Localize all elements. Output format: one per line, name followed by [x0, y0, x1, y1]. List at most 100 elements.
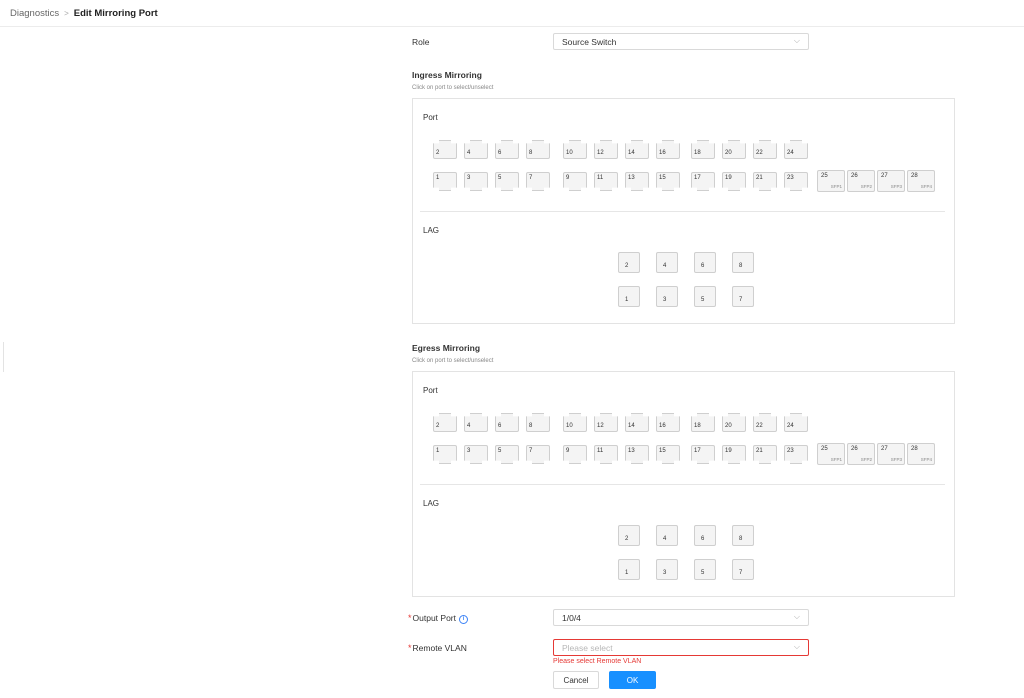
ingress-port-13[interactable]: 13 — [625, 172, 649, 191]
chevron-down-icon: ⌵ — [793, 642, 800, 651]
port-number: 25 — [821, 446, 828, 452]
ingress-port-5[interactable]: 5 — [495, 172, 519, 191]
egress-port-23[interactable]: 23 — [784, 445, 808, 464]
ingress-port-15[interactable]: 15 — [656, 172, 680, 191]
egress-port-21[interactable]: 21 — [753, 445, 777, 464]
egress-port-12[interactable]: 12 — [594, 413, 618, 432]
egress-lag-3[interactable]: 3 — [656, 559, 678, 580]
ingress-sfp-port-28[interactable]: 28 SFP4 — [907, 170, 935, 192]
sidebar-handle[interactable] — [0, 342, 4, 372]
ingress-port-21[interactable]: 21 — [753, 172, 777, 191]
ingress-lag-1[interactable]: 1 — [618, 286, 640, 307]
egress-port-4[interactable]: 4 — [464, 413, 488, 432]
ingress-port-8[interactable]: 8 — [526, 140, 550, 159]
egress-port-11[interactable]: 11 — [594, 445, 618, 464]
egress-sfp-port-25[interactable]: 25 SFP1 — [817, 443, 845, 465]
egress-port-22[interactable]: 22 — [753, 413, 777, 432]
ingress-port-23[interactable]: 23 — [784, 172, 808, 191]
output-port-select[interactable]: 1/0/4 ⌵ — [553, 609, 809, 626]
egress-port-20[interactable]: 20 — [722, 413, 746, 432]
ingress-lag-8[interactable]: 8 — [732, 252, 754, 273]
egress-port-1[interactable]: 1 — [433, 445, 457, 464]
ingress-sfp-port-27[interactable]: 27 SFP3 — [877, 170, 905, 192]
breadcrumb: Diagnostics > Edit Mirroring Port — [10, 8, 158, 19]
port-number: 4 — [467, 150, 471, 156]
egress-port-5[interactable]: 5 — [495, 445, 519, 464]
port-number: 4 — [467, 423, 471, 429]
output-port-label: *Output Port i — [408, 613, 468, 624]
cancel-button[interactable]: Cancel — [553, 671, 599, 689]
egress-sfp-port-28[interactable]: 28 SFP4 — [907, 443, 935, 465]
breadcrumb-diagnostics[interactable]: Diagnostics — [10, 8, 59, 19]
port-number: 13 — [628, 448, 635, 454]
egress-port-8[interactable]: 8 — [526, 413, 550, 432]
egress-port-17[interactable]: 17 — [691, 445, 715, 464]
ingress-lag-6[interactable]: 6 — [694, 252, 716, 273]
egress-lag-4[interactable]: 4 — [656, 525, 678, 546]
ingress-sfp-port-26[interactable]: 26 SFP2 — [847, 170, 875, 192]
egress-port-9[interactable]: 9 — [563, 445, 587, 464]
port-number: 21 — [756, 448, 763, 454]
egress-lag-2[interactable]: 2 — [618, 525, 640, 546]
egress-port-6[interactable]: 6 — [495, 413, 519, 432]
egress-port-18[interactable]: 18 — [691, 413, 715, 432]
egress-lag-5[interactable]: 5 — [694, 559, 716, 580]
ingress-port-1[interactable]: 1 — [433, 172, 457, 191]
ingress-port-3[interactable]: 3 — [464, 172, 488, 191]
egress-port-16[interactable]: 16 — [656, 413, 680, 432]
egress-port-14[interactable]: 14 — [625, 413, 649, 432]
ingress-port-9[interactable]: 9 — [563, 172, 587, 191]
ingress-lag-4[interactable]: 4 — [656, 252, 678, 273]
info-icon[interactable]: i — [458, 615, 468, 624]
port-number: 15 — [659, 175, 666, 181]
egress-lag-6[interactable]: 6 — [694, 525, 716, 546]
egress-port-2[interactable]: 2 — [433, 413, 457, 432]
lag-number: 8 — [739, 263, 743, 269]
ingress-port-19[interactable]: 19 — [722, 172, 746, 191]
remote-vlan-placeholder: Please select — [562, 643, 613, 653]
ingress-port-22[interactable]: 22 — [753, 140, 777, 159]
ingress-port-12[interactable]: 12 — [594, 140, 618, 159]
egress-lag-1[interactable]: 1 — [618, 559, 640, 580]
ingress-port-18[interactable]: 18 — [691, 140, 715, 159]
ingress-lag-3[interactable]: 3 — [656, 286, 678, 307]
ingress-port-10[interactable]: 10 — [563, 140, 587, 159]
egress-port-19[interactable]: 19 — [722, 445, 746, 464]
ingress-port-16[interactable]: 16 — [656, 140, 680, 159]
ingress-port-2[interactable]: 2 — [433, 140, 457, 159]
port-number: 8 — [529, 423, 533, 429]
ingress-port-6[interactable]: 6 — [495, 140, 519, 159]
egress-port-13[interactable]: 13 — [625, 445, 649, 464]
port-number: 7 — [529, 175, 533, 181]
ingress-port-7[interactable]: 7 — [526, 172, 550, 191]
port-number: 24 — [787, 423, 794, 429]
egress-lag-8[interactable]: 8 — [732, 525, 754, 546]
ingress-port-14[interactable]: 14 — [625, 140, 649, 159]
ingress-port-24[interactable]: 24 — [784, 140, 808, 159]
lag-number: 3 — [663, 297, 667, 303]
remote-vlan-select[interactable]: Please select ⌵ — [553, 639, 809, 656]
ingress-port-20[interactable]: 20 — [722, 140, 746, 159]
port-number: 16 — [659, 423, 666, 429]
port-number: 28 — [911, 446, 918, 452]
egress-port-7[interactable]: 7 — [526, 445, 550, 464]
port-number: 3 — [467, 448, 471, 454]
ok-button[interactable]: OK — [609, 671, 656, 689]
egress-port-24[interactable]: 24 — [784, 413, 808, 432]
ingress-port-11[interactable]: 11 — [594, 172, 618, 191]
port-number: 27 — [881, 173, 888, 179]
ingress-lag-2[interactable]: 2 — [618, 252, 640, 273]
ingress-sfp-port-25[interactable]: 25 SFP1 — [817, 170, 845, 192]
egress-port-3[interactable]: 3 — [464, 445, 488, 464]
ingress-lag-5[interactable]: 5 — [694, 286, 716, 307]
ingress-port-4[interactable]: 4 — [464, 140, 488, 159]
egress-lag-7[interactable]: 7 — [732, 559, 754, 580]
port-number: 12 — [597, 150, 604, 156]
egress-port-15[interactable]: 15 — [656, 445, 680, 464]
egress-port-10[interactable]: 10 — [563, 413, 587, 432]
egress-sfp-port-26[interactable]: 26 SFP2 — [847, 443, 875, 465]
ingress-port-17[interactable]: 17 — [691, 172, 715, 191]
egress-sfp-port-27[interactable]: 27 SFP3 — [877, 443, 905, 465]
ingress-lag-7[interactable]: 7 — [732, 286, 754, 307]
role-select[interactable]: Source Switch ⌵ — [553, 33, 809, 50]
